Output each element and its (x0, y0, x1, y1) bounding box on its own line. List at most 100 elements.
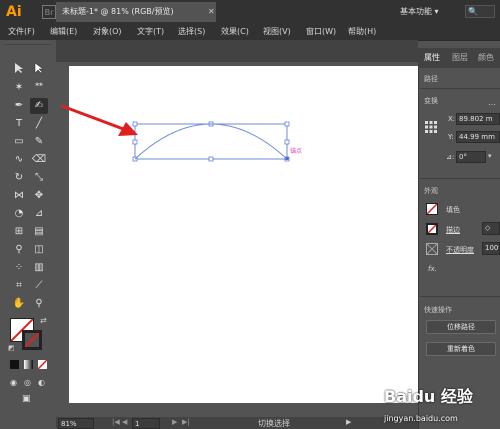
stroke-weight-stepper[interactable]: ◇ (482, 222, 500, 235)
curvature-tool-icon[interactable]: ✍ (30, 98, 48, 114)
puppet-warp-tool-icon[interactable]: ✥ (30, 188, 48, 204)
end-anchor-point (285, 157, 289, 160)
y-field[interactable]: 44.99 mm (456, 131, 500, 143)
handle-middle-right (284, 139, 290, 145)
object-type-label: 路径 (424, 75, 438, 83)
first-artboard-icon[interactable]: |◀ (112, 418, 120, 426)
panel-divider (420, 88, 500, 89)
angle-dropdown-icon[interactable]: ▾ (488, 152, 498, 162)
close-tab-icon[interactable]: ✕ (208, 2, 216, 22)
status-menu-icon[interactable]: ▶ (346, 418, 351, 426)
line-segment-tool-icon[interactable]: ╱ (30, 116, 48, 132)
panel-divider (420, 296, 500, 297)
menu-window[interactable]: 窗口(W) (306, 25, 336, 39)
opacity-icon (426, 243, 438, 255)
default-colors-icon[interactable]: ◩ (8, 344, 16, 352)
tab-color[interactable]: 颜色 (478, 51, 494, 65)
reference-point-icon[interactable] (424, 120, 438, 134)
direct-selection-tool-icon[interactable] (30, 62, 48, 78)
gradient-mode-icon[interactable] (24, 360, 33, 369)
search-input[interactable]: 🔍 (465, 5, 495, 18)
zoom-tool-icon[interactable]: ⚲ (30, 296, 48, 312)
panel-divider (420, 178, 500, 179)
menu-edit[interactable]: 编辑(E) (50, 25, 77, 39)
screen-mode-icon[interactable]: ▣ (22, 394, 36, 406)
stroke-color-swatch[interactable] (426, 223, 438, 235)
menu-type[interactable]: 文字(T) (137, 25, 164, 39)
artboard-number-field[interactable]: 1 (132, 418, 160, 429)
offset-path-button[interactable]: 位移路径 (426, 320, 496, 334)
draw-normal-icon[interactable]: ◉ (10, 378, 19, 387)
rotate-tool-icon[interactable]: ↻ (10, 170, 28, 186)
appearance-section-title: 外观 (424, 187, 438, 195)
symbol-sprayer-tool-icon[interactable]: ⁘ (10, 260, 28, 276)
opacity-label[interactable]: 不透明度 (446, 245, 474, 255)
more-options-icon[interactable]: ⋯ (488, 100, 496, 109)
artboard-tool-icon[interactable]: ⌗ (10, 278, 28, 294)
fill-color-swatch[interactable] (426, 203, 438, 215)
blend-tool-icon[interactable]: ◫ (30, 242, 48, 258)
quick-actions-section-title: 快速操作 (424, 306, 452, 314)
menu-view[interactable]: 视图(V) (263, 25, 291, 39)
menu-object[interactable]: 对象(O) (93, 25, 122, 39)
lasso-tool-icon[interactable]: ᕯ (30, 80, 48, 96)
menu-file[interactable]: 文件(F) (8, 25, 35, 39)
document-tab[interactable]: 未标题-1* @ 81% (RGB/预览) (56, 2, 216, 22)
shape-builder-tool-icon[interactable]: ◔ (10, 206, 28, 222)
eyedropper-tool-icon[interactable]: ⚲ (10, 242, 28, 258)
stroke-label[interactable]: 描边 (446, 225, 460, 235)
curve-path (134, 123, 288, 160)
last-artboard-icon[interactable]: ▶| (182, 418, 190, 426)
app-logo: Ai (6, 4, 22, 20)
handle-middle-left (132, 139, 138, 145)
watermark-url: jingyan.baidu.com (384, 414, 458, 423)
fill-label: 填色 (446, 206, 460, 214)
draw-inside-icon[interactable]: ◐ (38, 378, 47, 387)
swap-colors-icon[interactable]: ⇄ (40, 316, 50, 326)
x-label: X: (448, 115, 456, 123)
paintbrush-tool-icon[interactable]: ✎ (30, 134, 48, 150)
menu-select[interactable]: 选择(S) (178, 25, 205, 39)
bridge-button[interactable]: Br (42, 5, 56, 19)
menu-help[interactable]: 帮助(H) (348, 25, 376, 39)
handle-top-left (132, 121, 138, 127)
transform-section-title: 变换 (424, 97, 438, 105)
x-field[interactable]: 89.802 m (456, 113, 500, 125)
magic-wand-tool-icon[interactable]: ✶ (10, 80, 28, 96)
angle-field[interactable]: 0° (456, 151, 486, 163)
stroke-swatch[interactable] (22, 330, 42, 350)
selection-tool-icon[interactable] (10, 62, 28, 78)
recolor-button[interactable]: 重新着色 (426, 342, 496, 356)
scale-tool-icon[interactable]: ⤡ (30, 170, 48, 186)
handle-bottom-center (208, 156, 214, 162)
width-tool-icon[interactable]: ⋈ (10, 188, 28, 204)
opacity-field[interactable]: 100% (482, 242, 500, 255)
color-mode-icon[interactable] (10, 360, 19, 369)
shaper-tool-icon[interactable]: ∿ (10, 152, 28, 168)
toolbar-grip (4, 44, 52, 45)
prev-artboard-icon[interactable]: ◀ (122, 418, 127, 426)
next-artboard-icon[interactable]: ▶ (172, 418, 177, 426)
mesh-tool-icon[interactable]: ⊞ (10, 224, 28, 240)
canvas-drawing[interactable] (56, 62, 418, 416)
draw-behind-icon[interactable]: ◎ (24, 378, 33, 387)
type-tool-icon[interactable]: T (10, 116, 28, 132)
pen-tool-icon[interactable]: ✒ (10, 98, 28, 114)
y-label: Y: (448, 133, 454, 141)
menu-effect[interactable]: 效果(C) (221, 25, 249, 39)
rectangle-tool-icon[interactable]: ▭ (10, 134, 28, 150)
eraser-tool-icon[interactable]: ⌫ (30, 152, 48, 168)
column-graph-tool-icon[interactable]: ▥ (30, 260, 48, 276)
tab-properties[interactable]: 属性 (424, 51, 440, 65)
hand-tool-icon[interactable]: ✋ (10, 296, 28, 312)
slice-tool-icon[interactable]: ⟋ (30, 278, 48, 294)
none-mode-icon[interactable] (38, 360, 47, 369)
fx-icon[interactable]: fx. (428, 265, 437, 273)
status-bar (56, 417, 418, 429)
tab-layers[interactable]: 图层 (452, 51, 468, 65)
gradient-tool-icon[interactable]: ▤ (30, 224, 48, 240)
angle-label: ⊿: (446, 153, 455, 161)
zoom-field[interactable]: 81% (58, 418, 94, 429)
workspace-switcher[interactable]: 基本功能 ▾ (400, 5, 462, 19)
perspective-grid-tool-icon[interactable]: ⊿ (30, 206, 48, 222)
